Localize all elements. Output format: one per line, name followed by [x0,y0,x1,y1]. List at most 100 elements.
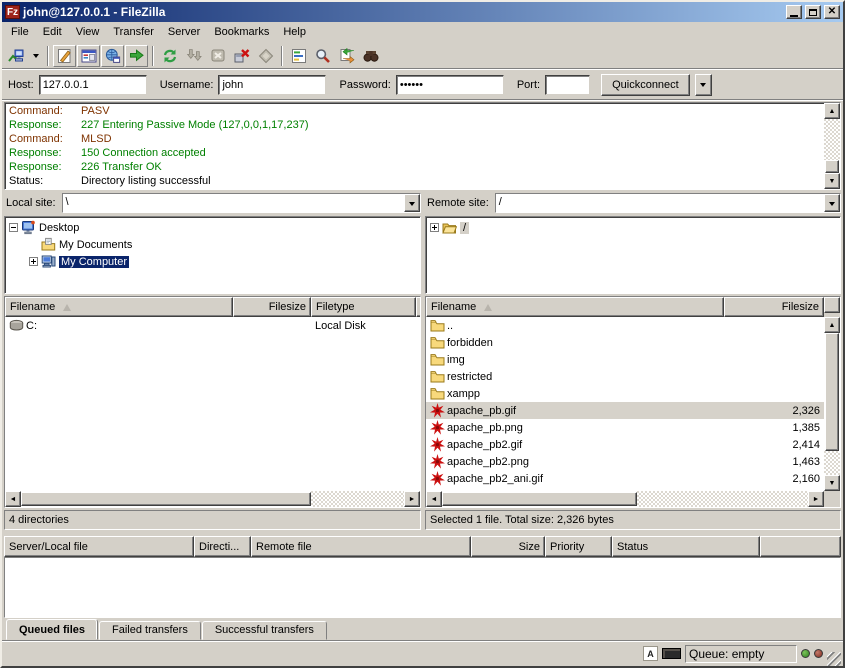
remote-site-dropdown-button[interactable] [824,194,840,212]
queue-body[interactable] [4,557,841,618]
filter-button[interactable] [287,45,310,67]
refresh-button[interactable] [158,45,181,67]
column-direction[interactable]: Directi... [194,536,251,557]
scroll-track[interactable] [824,451,840,475]
resize-grip[interactable] [827,652,841,666]
toggle-remote-tree-button[interactable] [101,45,124,67]
toggle-transfer-queue-icon [129,48,145,64]
quickconnect-button[interactable]: Quickconnect [601,74,690,96]
remote-row-restricted[interactable]: restricted [426,368,824,385]
ascii-transfer-type-icon[interactable]: A [643,646,658,661]
scroll-down-icon[interactable]: ▼ [824,173,840,189]
column-filler [760,536,841,557]
remote-row-parent-dir[interactable]: .. [426,317,824,334]
local-row-c-drive[interactable]: C: Local Disk [5,317,420,334]
remote-horizontal-scrollbar[interactable]: ◄ ► [426,491,840,507]
column-filesize[interactable]: Filesize [724,297,824,317]
menu-edit[interactable]: Edit [36,24,69,40]
menu-transfer[interactable]: Transfer [106,24,161,40]
host-input[interactable] [39,75,147,95]
speed-limit-icon[interactable] [662,648,681,659]
toggle-message-log-button[interactable] [53,45,76,67]
column-filename[interactable]: Filename [426,297,724,317]
scroll-thumb[interactable] [21,492,311,506]
expand-icon[interactable] [430,223,439,232]
minimize-button[interactable] [786,5,802,19]
scroll-track[interactable] [824,119,840,160]
local-site-dropdown-button[interactable] [404,194,420,212]
local-horizontal-scrollbar[interactable]: ◄ ► [5,491,420,507]
scroll-right-icon[interactable]: ► [808,491,824,507]
column-server-local-file[interactable]: Server/Local file [4,536,194,557]
local-site-combo[interactable]: \ [62,193,421,213]
password-label: Password: [339,79,390,91]
remote-row-img[interactable]: img [426,351,824,368]
log-vertical-scrollbar[interactable]: ▲ ▼ [824,103,840,189]
column-priority[interactable]: Priority [545,536,612,557]
scroll-right-icon[interactable]: ► [404,491,420,507]
site-manager-dropdown-button[interactable] [29,45,43,67]
remote-vertical-scrollbar[interactable]: ▲ ▼ [824,317,840,491]
image-file-icon [430,471,445,486]
collapse-icon[interactable] [9,223,18,232]
password-input[interactable] [396,75,504,95]
scroll-thumb[interactable] [825,333,839,451]
remote-row-apache-pb-png[interactable]: apache_pb.png1,385 [426,419,824,436]
remote-row-apache-pb2-gif[interactable]: apache_pb2.gif2,414 [426,436,824,453]
scroll-track[interactable] [637,491,808,507]
remote-site-combo[interactable]: / [495,193,841,213]
remote-row-apache-pb-gif[interactable]: apache_pb.gif2,326 [426,402,824,419]
disconnect-button[interactable] [230,45,253,67]
toggle-local-tree-button[interactable] [77,45,100,67]
remote-row-apache-pb2-ani-gif[interactable]: apache_pb2_ani.gif2,160 [426,470,824,487]
tab-queued-files[interactable]: Queued files [6,619,98,640]
username-input[interactable] [218,75,326,95]
reconnect-button[interactable] [254,45,277,67]
remote-row-forbidden[interactable]: forbidden [426,334,824,351]
close-button[interactable]: ✕ [824,5,840,19]
menu-file[interactable]: File [4,24,36,40]
remote-row-xampp[interactable]: xampp [426,385,824,402]
maximize-button[interactable] [805,5,821,19]
port-input[interactable] [545,75,590,95]
scroll-thumb[interactable] [825,160,839,173]
menu-view[interactable]: View [69,24,107,40]
tree-item-desktop[interactable]: Desktop [5,219,420,236]
menu-bookmarks[interactable]: Bookmarks [207,24,276,40]
menu-help[interactable]: Help [276,24,313,40]
site-manager-button[interactable] [5,45,28,67]
scroll-track[interactable] [311,491,404,507]
toggle-transfer-queue-button[interactable] [125,45,148,67]
column-status[interactable]: Status [612,536,760,557]
folder-open-icon [442,220,457,235]
menu-server[interactable]: Server [161,24,207,40]
column-filetype[interactable]: Filetype [311,297,416,317]
scroll-left-icon[interactable]: ◄ [426,491,442,507]
column-size[interactable]: Size [471,536,545,557]
directory-comparison-button[interactable] [335,45,358,67]
tab-failed-transfers[interactable]: Failed transfers [99,621,201,640]
find-files-button[interactable] [359,45,382,67]
process-queue-button[interactable] [182,45,205,67]
filetype: Local Disk [315,320,366,332]
tab-successful-transfers[interactable]: Successful transfers [202,621,327,640]
remote-status-text: Selected 1 file. Total size: 2,326 bytes [430,514,614,526]
remote-row-apache-pb2-png[interactable]: apache_pb2.png1,463 [426,453,824,470]
quickconnect-dropdown-button[interactable] [695,74,712,96]
expand-icon[interactable] [29,257,38,266]
tree-item-my-documents[interactable]: My Documents [5,236,420,253]
scroll-up-icon[interactable]: ▲ [824,317,840,333]
sort-ascending-icon [484,304,492,311]
scroll-thumb[interactable] [442,492,637,506]
scroll-left-icon[interactable]: ◄ [5,491,21,507]
column-remote-file[interactable]: Remote file [251,536,471,557]
tree-item-my-computer[interactable]: My Computer [5,253,420,270]
column-filesize[interactable]: Filesize [233,297,311,317]
scroll-down-icon[interactable]: ▼ [824,475,840,491]
tree-item-root[interactable]: / [426,219,840,236]
cancel-operation-button[interactable] [206,45,229,67]
column-filename[interactable]: Filename [5,297,233,317]
search-button[interactable] [311,45,334,67]
column-last-modified[interactable]: L [416,297,421,317]
scroll-up-icon[interactable]: ▲ [824,103,840,119]
